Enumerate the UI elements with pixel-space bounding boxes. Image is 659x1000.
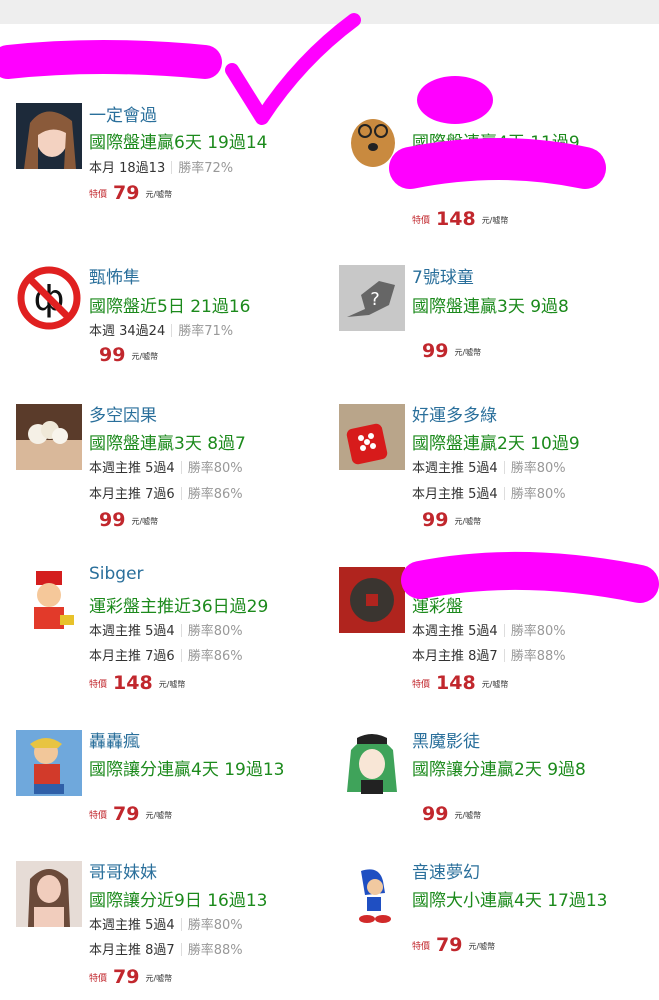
win-record: 國際讓分近9日 16過13 xyxy=(89,891,268,911)
avatar xyxy=(339,103,405,169)
stat-row: 本月主推 8過7 勝率88% xyxy=(89,943,243,958)
avatar xyxy=(16,404,82,470)
price[interactable]: 特價 148 元/噓幣 xyxy=(89,672,185,694)
svg-text:?: ? xyxy=(370,289,380,310)
win-record: 國際盤連贏6天 19過14 xyxy=(89,133,268,153)
win-record: 國際讓分連贏2天 9過8 xyxy=(412,760,586,780)
tipster-name[interactable]: 音速夢幻 xyxy=(412,858,480,883)
top-bar xyxy=(0,0,659,24)
win-record: 國際盤連贏3天 9過8 xyxy=(412,297,569,317)
tipster-name[interactable]: 哥哥妹妹 xyxy=(89,858,157,883)
avatar xyxy=(16,730,82,796)
win-record: 國際讓分連贏4天 19過13 xyxy=(89,760,285,780)
price[interactable]: 99 元/噓幣 xyxy=(416,509,481,531)
win-record: 國際大小連贏4天 17過13 xyxy=(412,891,608,911)
win-record: 國際盤連贏4天 11過9 xyxy=(412,133,580,153)
tipster-name[interactable]: 轟轟瘋 xyxy=(89,727,140,752)
tipster-name[interactable]: Sibger xyxy=(89,564,144,584)
avatar xyxy=(16,103,82,169)
win-record: 運彩盤主推近36日過29 xyxy=(89,597,269,617)
avatar xyxy=(16,567,82,633)
stat-row: 本月 18過13 勝率72% xyxy=(89,161,234,176)
tipster-name[interactable]: 一定會過 xyxy=(89,101,157,126)
tipster-name[interactable]: 黑魔影徒 xyxy=(412,727,480,752)
price[interactable]: 特價 148 元/噓幣 xyxy=(412,672,508,694)
tipster-name[interactable]: 多空因果 xyxy=(89,401,157,426)
stat-row: 本週主推 5過4 勝率80% xyxy=(412,461,566,476)
stat-row: 本週主推 5過4 勝率80% xyxy=(89,918,243,933)
price[interactable]: 特價 148 元/噓幣 xyxy=(412,208,508,230)
tipster-name[interactable]: 好運多多綠 xyxy=(412,401,497,426)
avatar xyxy=(339,730,405,796)
avatar xyxy=(339,404,405,470)
avatar: ф xyxy=(16,265,82,331)
price[interactable]: 99 元/噓幣 xyxy=(93,344,158,366)
price[interactable]: 99 元/噓幣 xyxy=(416,803,481,825)
stat-row: 本週主推 5過4 勝率80% xyxy=(89,624,243,639)
win-record: 國際盤連贏2天 10過9 xyxy=(412,434,580,454)
avatar xyxy=(339,861,405,927)
win-record: 運彩盤 xyxy=(412,597,463,617)
stat-row: 本週主推 5過4 勝率80% xyxy=(89,461,243,476)
avatar: ? xyxy=(339,265,405,331)
tipster-name[interactable]: 7號球童 xyxy=(412,263,474,288)
stat-row: 本週 34過24 勝率71% xyxy=(89,324,234,339)
stat-row: 本月主推 5過4 勝率80% xyxy=(412,487,566,502)
stat-row: 本週主推 5過4 勝率80% xyxy=(412,624,566,639)
stat-row: 本月主推 7過6 勝率86% xyxy=(89,649,243,664)
avatar xyxy=(16,861,82,927)
price[interactable]: 99 元/噓幣 xyxy=(93,509,158,531)
avatar xyxy=(339,567,405,633)
price[interactable]: 特價 79 元/噓幣 xyxy=(89,182,172,204)
tipster-name[interactable]: 甄怖隼 xyxy=(89,263,140,288)
price[interactable]: 特價 79 元/噓幣 xyxy=(412,934,495,956)
price[interactable]: 99 元/噓幣 xyxy=(416,340,481,362)
stat-row: 本月主推 8過7 勝率88% xyxy=(412,649,566,664)
win-record: 國際盤連贏3天 8過7 xyxy=(89,434,246,454)
win-record: 國際盤近5日 21過16 xyxy=(89,297,251,317)
price[interactable]: 特價 79 元/噓幣 xyxy=(89,803,172,825)
stat-row: 本月主推 7過6 勝率86% xyxy=(89,487,243,502)
price[interactable]: 特價 79 元/噓幣 xyxy=(89,966,172,988)
